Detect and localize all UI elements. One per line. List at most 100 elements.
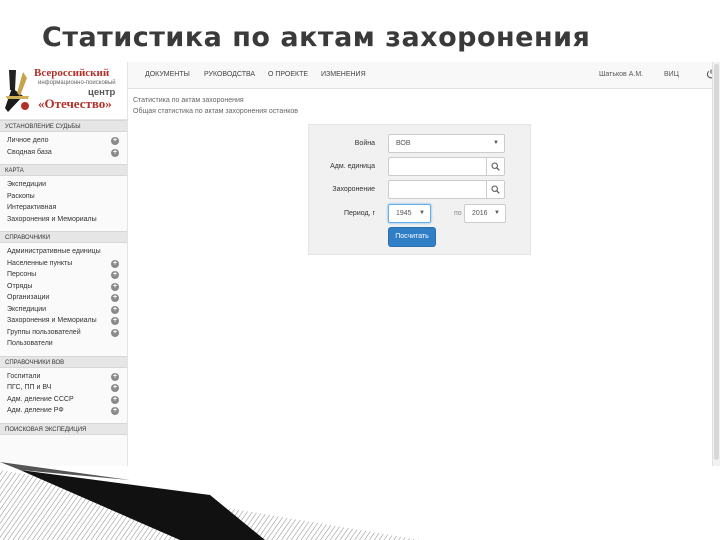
sidebar-item[interactable]: Адм. деление РФ + — [0, 405, 127, 417]
sidebar-section: ПОИСКОВАЯ ЭКСПЕДИЦИЯ — [0, 422, 127, 435]
year-to-value: 2016 — [472, 210, 488, 217]
sidebar-item-label: Адм. деление РФ — [7, 407, 64, 414]
sidebar-item-label: Интерактивная — [7, 204, 57, 211]
period-label: Период, г — [344, 210, 375, 217]
adm-unit-search-button[interactable] — [487, 157, 505, 176]
sidebar-item[interactable]: Интерактивная — [0, 202, 127, 214]
plus-circle-icon[interactable]: + — [111, 259, 119, 268]
sidebar: Всероссийский информационно-поисковый це… — [0, 62, 128, 466]
logo-line-4: «Отечество» — [38, 96, 112, 111]
sidebar-section: СПРАВОЧНИКИ Административные единицы Насел… — [0, 231, 127, 356]
user-name[interactable]: Шатьков А.М. — [599, 71, 643, 78]
period-separator: по — [454, 210, 462, 217]
plus-circle-icon[interactable]: + — [111, 317, 119, 325]
calculate-button[interactable]: Посчитать — [388, 227, 436, 247]
sidebar-item-label: ПГС, ПП и ВЧ — [7, 384, 52, 391]
sidebar-item[interactable]: Адм. деление СССР + — [0, 394, 127, 406]
sidebar-item[interactable]: Пользователи — [0, 338, 127, 350]
plus-circle-icon[interactable]: + — [111, 305, 119, 314]
sidebar-section-header[interactable]: СПРАВОЧНИКИ — [0, 231, 127, 243]
plus-circle-icon[interactable]: + — [111, 384, 119, 392]
plus-circle-icon[interactable]: + — [111, 407, 119, 415]
war-select-value: ВОВ — [396, 140, 411, 147]
sidebar-item[interactable]: Административные единицы — [0, 246, 127, 258]
logo-line-1: Всероссийский — [34, 67, 110, 79]
caret-down-icon: ▼ — [494, 210, 500, 216]
adm-unit-label: Адм. единица — [330, 163, 375, 170]
slide: Статистика по актам захоронения Всеросси… — [0, 0, 720, 540]
plus-circle-icon[interactable]: + — [111, 148, 119, 157]
year-from-select[interactable]: 1945 ▼ — [388, 204, 431, 223]
nav-documents[interactable]: ДОКУМЕНТЫ — [145, 71, 190, 78]
sidebar-item[interactable]: Персоны + — [0, 269, 127, 281]
sidebar-item[interactable]: Населенные пункты + — [0, 258, 127, 270]
plus-circle-icon[interactable]: + — [111, 271, 119, 279]
sidebar-item-label: Раскопы — [7, 192, 35, 200]
sidebar-section-header[interactable]: ПОИСКОВАЯ ЭКСПЕДИЦИЯ — [0, 422, 127, 435]
sidebar-item-label: Персоны — [7, 271, 37, 278]
user-org[interactable]: ВИЦ — [664, 71, 679, 78]
burial-search-button[interactable] — [487, 180, 505, 199]
sidebar-list: Административные единицы Населенные пункт… — [0, 243, 127, 356]
plus-circle-icon[interactable]: + — [111, 395, 119, 404]
sidebar-item[interactable]: Госпитали + — [0, 371, 127, 383]
war-select[interactable]: ВОВ ▼ — [388, 134, 505, 153]
nav-guides[interactable]: РУКОВОДСТВА — [204, 71, 255, 78]
burial-input[interactable] — [388, 180, 487, 199]
caret-down-icon: ▼ — [493, 140, 499, 146]
sidebar-list: Госпитали + ПГС, ПП и ВЧ + Адм. деление СССР… — [0, 368, 127, 423]
sidebar-section-header[interactable]: КАРТА — [0, 164, 127, 176]
sidebar-section-header[interactable]: УСТАНОВЛЕНИЕ СУДЬБЫ — [0, 120, 127, 132]
sidebar-section-header[interactable]: СПРАВОЧНИКИ ВОВ — [0, 355, 127, 368]
sidebar-item-label: Экспедиции — [7, 305, 47, 313]
plus-circle-icon[interactable]: + — [111, 137, 119, 145]
sidebar-item[interactable]: Личное дело + — [0, 135, 127, 147]
sidebar-list: Личное дело + Сводная база + — [0, 132, 127, 164]
sidebar-list: Экспедиции Раскопы Интерактивная Захоронени… — [0, 176, 127, 231]
app-screenshot: Всероссийский информационно-поисковый це… — [0, 62, 720, 466]
caret-down-icon: ▼ — [419, 210, 425, 216]
plus-circle-icon[interactable]: + — [111, 372, 119, 381]
sidebar-item-label: Организации — [7, 294, 50, 301]
plus-circle-icon[interactable]: + — [111, 294, 119, 302]
breadcrumb-page[interactable]: Статистика по актам захоронения — [133, 97, 244, 104]
sidebar-item[interactable]: Отряды + — [0, 281, 127, 293]
sidebar-item[interactable]: Экспедиции — [0, 179, 127, 191]
sidebar-item-label: Пользователи — [7, 340, 53, 347]
slide-title: Статистика по актам захоронения — [42, 22, 591, 53]
sidebar-item[interactable]: ПГС, ПП и ВЧ + — [0, 382, 127, 394]
adm-unit-input[interactable] — [388, 157, 487, 176]
sidebar-item-label: Населенные пункты — [7, 259, 73, 267]
sidebar-item-label: Экспедиции — [7, 181, 47, 188]
nav-about[interactable]: О ПРОЕКТЕ — [268, 71, 308, 78]
sidebar-item[interactable]: Экспедиции + — [0, 304, 127, 316]
sidebar-item-label: Захоронения и Мемориалы — [7, 215, 97, 223]
sidebar-item[interactable]: Захоронения и Мемориалы + — [0, 315, 127, 327]
sidebar-menu: УСТАНОВЛЕНИЕ СУДЬБЫ Личное дело + Сводная б… — [0, 120, 127, 435]
sidebar-item-label: Группы пользователей — [7, 328, 81, 336]
sidebar-item[interactable]: Захоронения и Мемориалы — [0, 214, 127, 226]
sidebar-item-label: Захоронения и Мемориалы — [7, 317, 97, 324]
sidebar-item-label: Административные единицы — [7, 248, 101, 255]
sidebar-section: СПРАВОЧНИКИ ВОВ Госпитали + ПГС, ПП и ВЧ + Ад… — [0, 355, 127, 423]
sidebar-item[interactable]: Группы пользователей + — [0, 327, 127, 339]
sidebar-item-label: Госпитали — [7, 372, 41, 380]
logo[interactable]: Всероссийский информационно-поисковый це… — [0, 62, 127, 120]
sidebar-item[interactable]: Организации + — [0, 292, 127, 304]
plus-circle-icon[interactable]: + — [111, 282, 119, 291]
top-navbar: ДОКУМЕНТЫ РУКОВОДСТВА О ПРОЕКТЕ ИЗМЕНЕНИ… — [128, 62, 720, 89]
sidebar-item[interactable]: Сводная база + — [0, 147, 127, 159]
nav-changes[interactable]: ИЗМЕНЕНИЯ — [321, 71, 366, 78]
search-icon — [491, 185, 500, 194]
sidebar-item[interactable]: Раскопы — [0, 191, 127, 203]
search-icon — [491, 162, 500, 171]
year-to-select[interactable]: 2016 ▼ — [464, 204, 506, 223]
sidebar-item-label: Сводная база — [7, 148, 52, 156]
plus-circle-icon[interactable]: + — [111, 328, 119, 337]
logo-emblem-icon — [5, 70, 29, 112]
sidebar-item-label: Отряды — [7, 282, 33, 290]
scrollbar-thumb[interactable] — [714, 64, 719, 460]
scrollbar[interactable] — [712, 62, 720, 466]
sidebar-item-label: Личное дело — [7, 137, 49, 144]
logo-line-2: информационно-поисковый — [38, 80, 116, 86]
